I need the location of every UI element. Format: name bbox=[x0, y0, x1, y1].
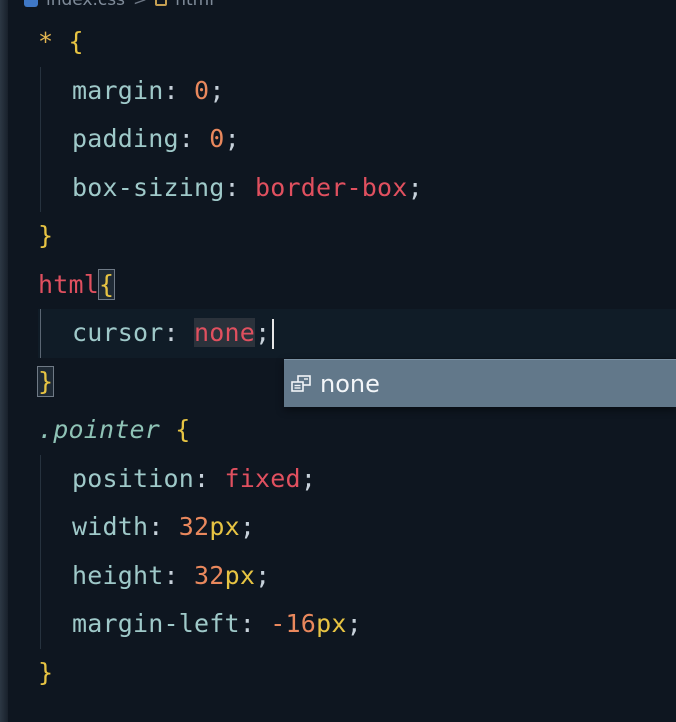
number-value: 32 bbox=[178, 512, 210, 541]
property-value: 0 bbox=[194, 75, 210, 105]
unit: px bbox=[209, 512, 240, 541]
property-value: 0 bbox=[209, 124, 225, 153]
matched-open-brace: { bbox=[97, 268, 116, 300]
semicolon: ; bbox=[239, 512, 256, 541]
semicolon: ; bbox=[255, 560, 271, 590]
code-line[interactable]: margin-left: -16px; bbox=[38, 600, 676, 649]
code-editor[interactable]: * { margin: 0; padding: 0; box-sizing: b… bbox=[36, 18, 676, 698]
autocomplete-label: none bbox=[320, 369, 380, 398]
code-line[interactable]: * { bbox=[38, 18, 676, 67]
number-value: -16 bbox=[270, 609, 317, 638]
indent-guide bbox=[38, 115, 72, 164]
indent-guide bbox=[38, 503, 72, 552]
property-name: cursor bbox=[72, 318, 164, 347]
css-file-icon bbox=[24, 0, 38, 7]
property-name: width bbox=[72, 512, 149, 541]
indent-guide bbox=[38, 600, 72, 649]
colon: : bbox=[163, 560, 179, 590]
indent-guide bbox=[38, 309, 72, 358]
universal-selector: * bbox=[38, 27, 54, 56]
property-name: box-sizing bbox=[72, 172, 225, 202]
code-line[interactable]: html{ bbox=[38, 261, 676, 310]
code-line[interactable]: padding: 0; bbox=[38, 115, 676, 164]
autocomplete-item[interactable]: none bbox=[284, 359, 676, 407]
semicolon: ; bbox=[300, 463, 317, 493]
property-value: border-box bbox=[255, 172, 408, 202]
semicolon: ; bbox=[255, 318, 271, 347]
code-line[interactable]: height: 32px; bbox=[38, 551, 676, 601]
breadcrumb-separator: > bbox=[132, 0, 148, 10]
symbol-icon bbox=[155, 0, 168, 6]
colon: : bbox=[163, 75, 179, 105]
code-line[interactable]: box-sizing: border-box; bbox=[38, 163, 676, 213]
colon: : bbox=[239, 609, 256, 638]
code-line[interactable]: position: fixed; bbox=[38, 454, 676, 504]
property-name: margin-left bbox=[72, 609, 240, 638]
class-selector: .pointer bbox=[38, 415, 161, 444]
window-edge bbox=[0, 0, 8, 722]
colon: : bbox=[148, 512, 164, 541]
indent-guide bbox=[38, 454, 72, 504]
current-code-line[interactable]: cursor: none; bbox=[38, 309, 676, 358]
code-line[interactable]: width: 32px; bbox=[38, 503, 676, 552]
indent-guide bbox=[38, 551, 72, 601]
code-line[interactable]: } bbox=[38, 649, 676, 698]
value-enum-icon bbox=[290, 374, 312, 394]
property-name: height bbox=[72, 560, 164, 590]
indent-guide bbox=[38, 163, 72, 213]
code-line[interactable]: margin: 0; bbox=[38, 66, 676, 116]
colon: : bbox=[224, 172, 240, 202]
semicolon: ; bbox=[346, 609, 362, 638]
number-value: 32 bbox=[194, 560, 225, 590]
semicolon: ; bbox=[209, 75, 225, 105]
close-brace: } bbox=[38, 221, 54, 250]
type-selector: html bbox=[38, 269, 100, 299]
semicolon: ; bbox=[407, 172, 423, 202]
code-line[interactable]: } bbox=[38, 212, 676, 261]
property-name: padding bbox=[72, 124, 179, 153]
property-name: position bbox=[72, 463, 195, 493]
close-brace: } bbox=[38, 657, 54, 687]
unit: px bbox=[316, 609, 347, 638]
semicolon: ; bbox=[224, 124, 240, 153]
indent-guide bbox=[38, 66, 72, 116]
breadcrumb: index.css > html bbox=[24, 0, 214, 10]
unit: px bbox=[224, 560, 256, 590]
colon: : bbox=[163, 318, 179, 347]
property-name: margin bbox=[72, 75, 164, 105]
colon: : bbox=[178, 124, 195, 153]
open-brace: { bbox=[175, 415, 191, 444]
matched-close-brace: } bbox=[36, 365, 55, 397]
text-caret bbox=[272, 319, 275, 349]
breadcrumb-file[interactable]: index.css bbox=[46, 0, 125, 10]
open-brace: { bbox=[68, 27, 84, 56]
property-value: fixed bbox=[224, 463, 301, 493]
breadcrumb-symbol[interactable]: html bbox=[175, 0, 214, 10]
highlighted-value: none bbox=[194, 318, 256, 347]
code-line[interactable]: .pointer { bbox=[38, 406, 676, 455]
colon: : bbox=[194, 463, 210, 493]
